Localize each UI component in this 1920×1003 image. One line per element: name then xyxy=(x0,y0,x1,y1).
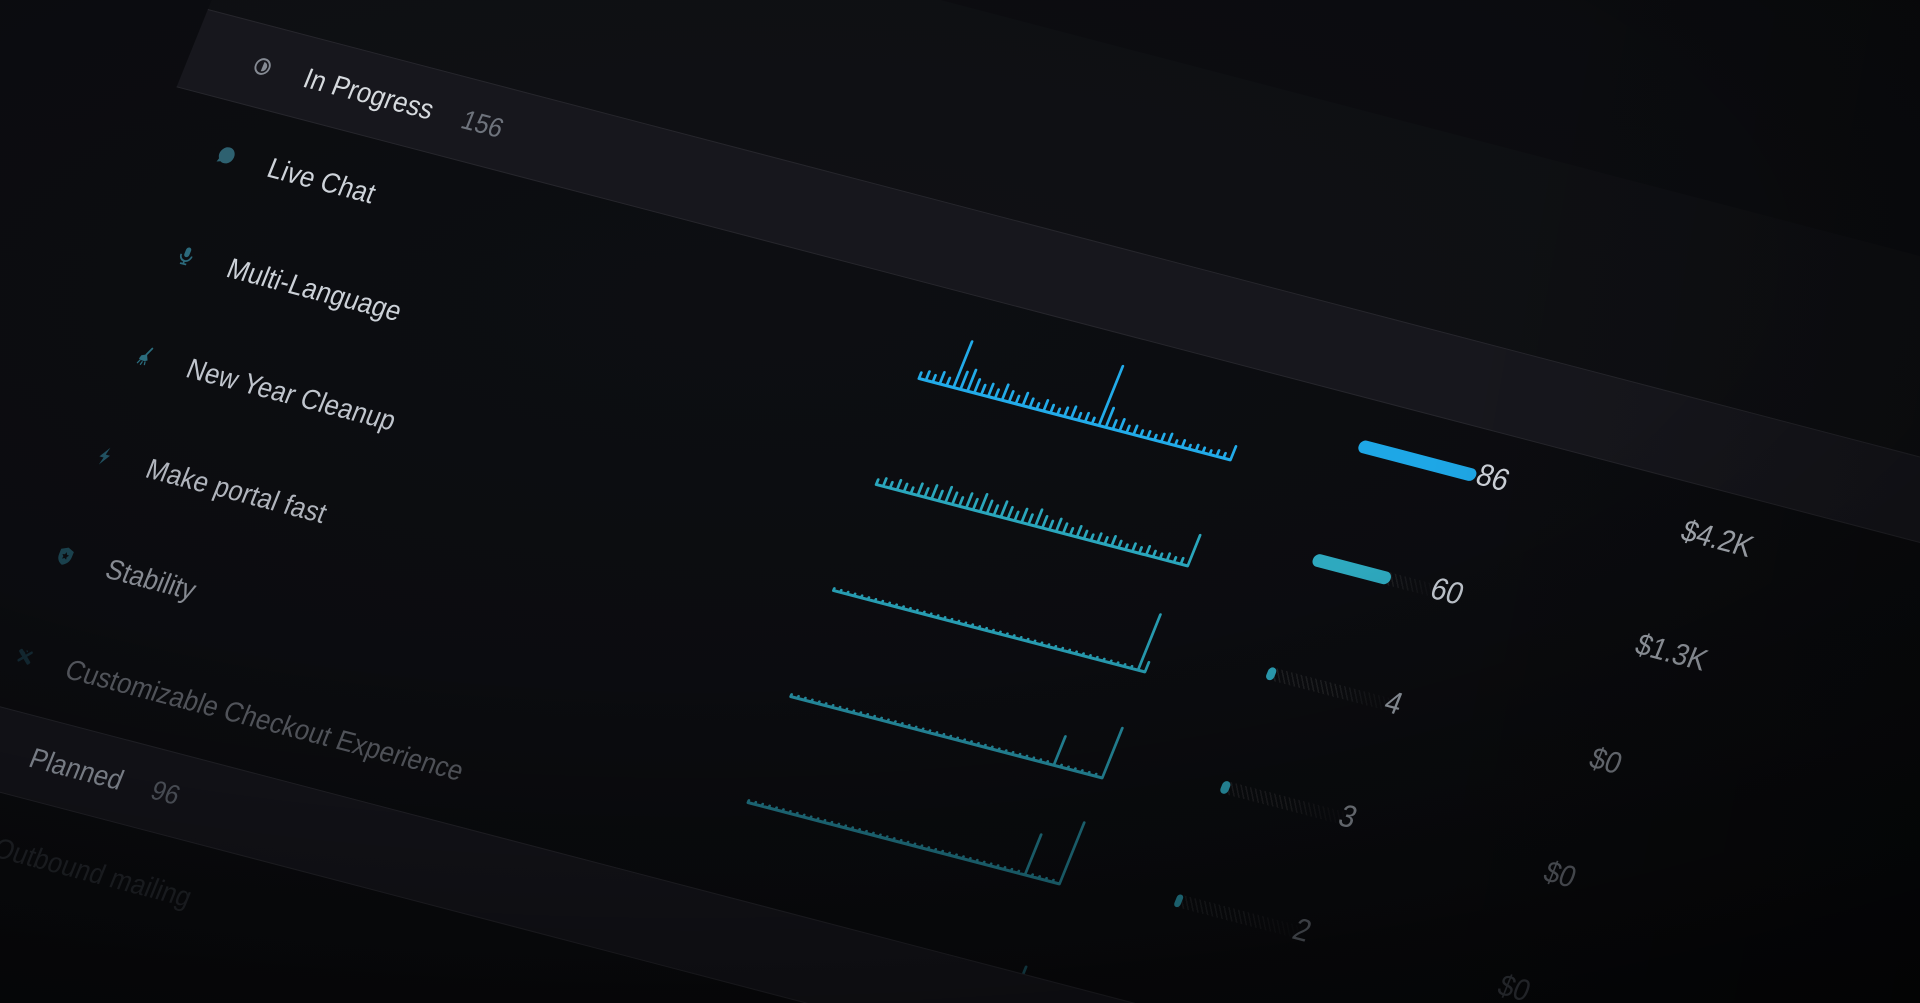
votes-count: 86 xyxy=(1471,457,1608,524)
revenue-value: $4.2K xyxy=(1676,514,1865,592)
section-count: 96 xyxy=(146,775,184,812)
checkout-icon xyxy=(11,644,39,670)
planned-icon xyxy=(0,733,2,759)
mic-icon xyxy=(172,243,200,269)
bolt-icon xyxy=(92,443,120,469)
votes-count: 60 xyxy=(1425,570,1562,637)
shield-icon xyxy=(51,543,79,569)
votes-progress-fill xyxy=(1356,439,1478,482)
in-progress-icon xyxy=(249,54,277,80)
roadmap-board: In Progress156Live Chat86$4.2KMulti-Lang… xyxy=(0,9,1920,1003)
section-label: In Progress xyxy=(299,62,439,126)
chat-icon xyxy=(213,142,241,168)
section-count: 156 xyxy=(457,104,509,144)
revenue-value: $1.3K xyxy=(1630,628,1819,706)
section-label: Planned xyxy=(25,742,129,797)
roadmap-screenshot-scene: In Progress156Live Chat86$4.2KMulti-Lang… xyxy=(0,0,1920,1003)
broom-icon xyxy=(132,343,160,369)
votes-progress-fill xyxy=(1311,553,1394,586)
